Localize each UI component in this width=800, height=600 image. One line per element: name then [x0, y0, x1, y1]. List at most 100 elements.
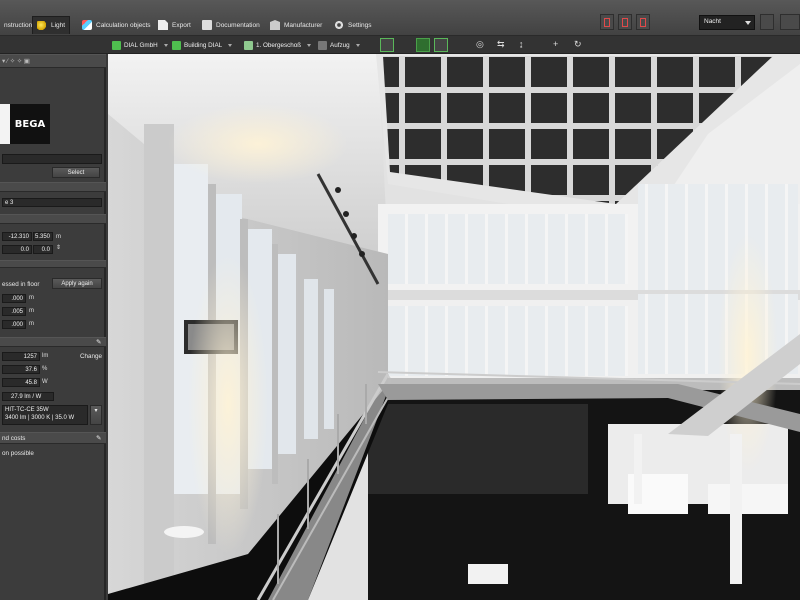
breadcrumb-floor[interactable]: 1. Obergeschoß [244, 38, 312, 52]
tab-light[interactable]: Light [32, 16, 71, 34]
select-button[interactable]: Select [52, 167, 100, 178]
camera-icon [112, 40, 121, 50]
stepper-icon[interactable]: ⇕ [56, 244, 61, 251]
pencil-icon[interactable]: ✎ [96, 339, 101, 346]
change-link[interactable]: Change [80, 353, 102, 360]
calculation-objects-icon [82, 20, 92, 30]
chevron-down-icon [163, 43, 168, 47]
view-mode-value: Nacht [704, 18, 721, 25]
lamp-type-field[interactable]: HIT-TC-CE 35W 3400 lm | 3000 K | 35.0 W [2, 405, 88, 425]
window-red-icon [640, 17, 646, 27]
building-icon [172, 40, 181, 50]
efficacy-field: 27.9 lm / W [2, 392, 54, 401]
chevron-down-icon: ▾ [94, 408, 98, 414]
efficiency-field[interactable]: 37.6 [2, 365, 40, 374]
rotation-1-field[interactable]: 0.0 [2, 245, 32, 254]
tool-button-3[interactable] [636, 14, 650, 30]
section-divider-1 [0, 182, 106, 192]
dim-1-unit: m [29, 295, 34, 301]
luminous-flux-unit: lm [42, 353, 49, 359]
lamp-spec-value: 3400 lm | 3000 K | 35.0 W [5, 415, 75, 421]
rendered-scene [108, 54, 800, 600]
position-y-field[interactable]: 5.350 [33, 232, 53, 241]
position-unit: m [56, 234, 61, 240]
breadcrumb-building[interactable]: Building DIAL [172, 38, 233, 52]
tab-calculation-objects-label: Calculation objects [96, 21, 151, 29]
section-divider-3 [0, 260, 106, 268]
target-icon[interactable]: ◎ [476, 39, 484, 50]
tab-export-label: Export [172, 21, 191, 29]
apply-again-button[interactable]: Apply again [52, 278, 102, 289]
settings-icon [334, 20, 344, 30]
chevron-down-icon [228, 43, 233, 47]
view-mode-select[interactable]: Nacht [699, 15, 755, 30]
tab-manufacturer[interactable]: Manufacturer [266, 16, 326, 34]
luminaire-name-field[interactable]: e 3 [2, 198, 102, 207]
dim-3-unit: m [29, 321, 34, 327]
door-icon [604, 17, 610, 27]
project-toolbar: DIAL GmbH Building DIAL 1. Obergeschoß A… [0, 36, 800, 54]
menu-bar: nstruction Light Calculation objects Exp… [0, 0, 800, 36]
breadcrumb-floor-label: 1. Obergeschoß [256, 41, 302, 49]
costs-section-header: nd costs ✎ [0, 432, 106, 444]
manufacturer-logo-text: BEGA [14, 118, 46, 130]
tab-construction-label: nstruction [4, 21, 33, 29]
manufacturer-logo: BEGA [10, 104, 50, 144]
luminaire-thumbnail [0, 104, 10, 144]
section-divider-4: ✎ [0, 337, 106, 347]
rotate-icon[interactable]: ↻ [574, 39, 582, 50]
chevron-down-icon [307, 43, 312, 47]
3d-viewport[interactable] [108, 54, 800, 600]
documentation-icon [202, 20, 212, 30]
top-right-tools [600, 14, 650, 30]
breadcrumb-company-label: DIAL GmbH [124, 41, 158, 49]
view-3d-button[interactable] [416, 38, 430, 52]
tab-settings[interactable]: Settings [330, 16, 376, 34]
recessed-in-floor-label: essed in floor [2, 281, 40, 288]
tab-documentation-label: Documentation [216, 21, 260, 29]
luminaire-search-field[interactable] [2, 154, 102, 164]
chevron-down-icon [355, 43, 360, 47]
manufacturer-icon [270, 20, 280, 30]
power-unit: W [42, 379, 48, 385]
tab-calculation-objects[interactable]: Calculation objects [78, 16, 155, 34]
tab-light-label: Light [51, 22, 66, 29]
left-panel: ▾ ⁄ ✧ ✧ ▣ BEGA Select e 3 -12.310 5.350 … [0, 54, 106, 600]
extra-button[interactable] [780, 14, 800, 30]
breadcrumb-company[interactable]: DIAL GmbH [112, 38, 168, 52]
costs-header-label: nd costs [2, 435, 26, 442]
dim-2-field[interactable]: .005 [2, 307, 26, 316]
dim-1-field[interactable]: .000 [2, 294, 26, 303]
left-panel-toolbar: ▾ ⁄ ✧ ✧ ▣ [0, 54, 106, 68]
tab-documentation[interactable]: Documentation [198, 16, 264, 34]
pencil-icon[interactable]: ✎ [96, 435, 101, 442]
floor-icon [244, 40, 253, 50]
tab-export[interactable]: Export [154, 16, 195, 34]
costs-status-text: on possible [2, 450, 34, 457]
dim-2-unit: m [29, 308, 34, 314]
height-icon[interactable]: ↨ [519, 39, 524, 49]
move-icon[interactable]: + [553, 39, 558, 49]
tool-button-2[interactable] [618, 14, 632, 30]
power-field[interactable]: 45.8 [2, 378, 40, 387]
position-x-field[interactable]: -12.310 [2, 232, 32, 241]
breadcrumb-building-label: Building DIAL [184, 41, 223, 49]
tab-manufacturer-label: Manufacturer [284, 21, 323, 29]
breadcrumb-room[interactable]: Aufzug [318, 38, 360, 52]
tool-button-1[interactable] [600, 14, 614, 30]
tab-construction[interactable]: nstruction [0, 16, 36, 34]
tab-settings-label: Settings [348, 21, 372, 29]
panel-tools-icon[interactable]: ▾ ⁄ ✧ ✧ ▣ [2, 58, 30, 65]
lamp-type-dropdown[interactable]: ▾ [90, 405, 102, 425]
efficiency-unit: % [42, 366, 48, 372]
lamp-type-value: HIT-TC-CE 35W [5, 407, 49, 413]
room-icon [318, 40, 327, 50]
rotation-2-field[interactable]: 0.0 [33, 245, 53, 254]
dim-3-field[interactable]: .000 [2, 320, 26, 329]
align-icon[interactable]: ⇆ [497, 39, 505, 50]
luminous-flux-field[interactable]: 1257 [2, 352, 40, 361]
export-icon [158, 20, 168, 30]
view-mode-button[interactable] [380, 38, 394, 52]
view-plan-button[interactable] [434, 38, 448, 52]
render-button[interactable] [760, 14, 774, 30]
